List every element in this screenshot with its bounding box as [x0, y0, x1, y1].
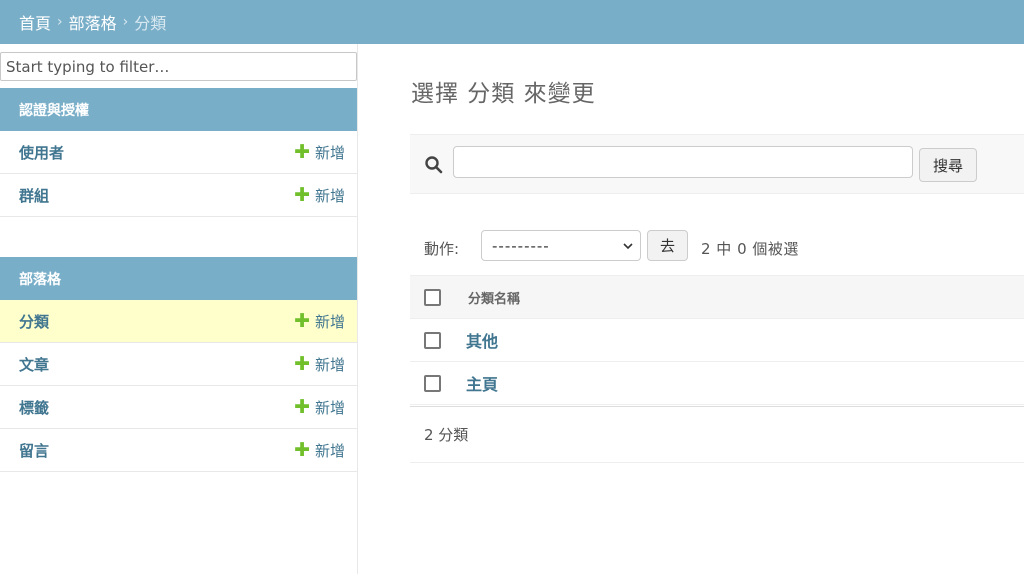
- add-label: 新增: [314, 312, 345, 331]
- nav-filter-input[interactable]: [0, 52, 357, 81]
- select-all-checkbox[interactable]: [424, 288, 441, 306]
- add-label: 新增: [314, 398, 345, 417]
- go-button[interactable]: 去: [647, 230, 688, 261]
- column-header-category-name[interactable]: 分類名稱: [468, 288, 520, 307]
- model-link-articles[interactable]: 文章: [19, 354, 49, 375]
- module-caption-auth[interactable]: 認證與授權: [0, 88, 357, 131]
- search-input[interactable]: [453, 146, 913, 178]
- plus-icon: ✚: [294, 352, 310, 375]
- add-label: 新增: [314, 186, 345, 205]
- main-content: 選擇 分類 來變更 搜尋 動作: --------- 去 2 中 0 個被選 分…: [359, 44, 1024, 574]
- chevron-down-icon: [623, 243, 633, 250]
- plus-icon: ✚: [294, 183, 310, 206]
- action-counter: 2 中 0 個被選: [701, 240, 799, 258]
- plus-icon: ✚: [294, 309, 310, 332]
- sidebar-item-categories: 分類 ✚ 新增: [0, 300, 357, 343]
- action-select[interactable]: ---------: [481, 230, 641, 261]
- table-row: 其他: [410, 319, 1024, 362]
- add-label: 新增: [314, 143, 345, 162]
- breadcrumb-separator: ›: [57, 14, 63, 30]
- add-articles-link[interactable]: ✚ 新增: [294, 354, 345, 375]
- breadcrumb-current: 分類: [134, 14, 167, 33]
- model-link-categories[interactable]: 分類: [19, 311, 49, 332]
- table-row: 主頁: [410, 362, 1024, 405]
- plus-icon: ✚: [294, 140, 310, 163]
- table-header: 分類名稱: [410, 275, 1024, 319]
- sidebar-item-groups: 群組 ✚ 新增: [0, 174, 357, 217]
- result-link[interactable]: 主頁: [466, 371, 498, 395]
- actions-bar: 動作: --------- 去 2 中 0 個被選: [410, 226, 1024, 266]
- result-link[interactable]: 其他: [466, 328, 498, 352]
- model-link-comments[interactable]: 留言: [19, 440, 49, 461]
- add-groups-link[interactable]: ✚ 新增: [294, 185, 345, 206]
- row-checkbox[interactable]: [424, 331, 441, 349]
- sidebar-item-tags: 標籤 ✚ 新增: [0, 386, 357, 429]
- add-comments-link[interactable]: ✚ 新增: [294, 440, 345, 461]
- page-title: 選擇 分類 來變更: [411, 81, 596, 107]
- row-checkbox[interactable]: [424, 374, 441, 392]
- sidebar-item-comments: 留言 ✚ 新增: [0, 429, 357, 472]
- sidebar-item-users: 使用者 ✚ 新增: [0, 131, 357, 174]
- breadcrumb-home-link[interactable]: 首頁: [19, 10, 51, 34]
- add-users-link[interactable]: ✚ 新增: [294, 142, 345, 163]
- sidebar-item-articles: 文章 ✚ 新增: [0, 343, 357, 386]
- model-link-groups[interactable]: 群組: [19, 185, 49, 206]
- actions-label: 動作:: [424, 240, 460, 258]
- breadcrumb: 首頁 › 部落格 › 分類: [0, 0, 1024, 44]
- search-toolbar: 搜尋: [410, 134, 1024, 194]
- module-caption-blog[interactable]: 部落格: [0, 257, 357, 300]
- plus-icon: ✚: [294, 438, 310, 461]
- nav-sidebar: 認證與授權 使用者 ✚ 新增 群組 ✚ 新增 部落格 分類 ✚ 新增 文章 ✚ …: [0, 44, 358, 574]
- breadcrumb-app-link[interactable]: 部落格: [69, 10, 117, 34]
- model-link-users[interactable]: 使用者: [19, 142, 64, 163]
- search-icon: [425, 156, 443, 174]
- breadcrumb-separator: ›: [122, 14, 129, 30]
- paginator: 2 分類: [410, 406, 1024, 463]
- add-categories-link[interactable]: ✚ 新增: [294, 311, 345, 332]
- add-label: 新增: [314, 441, 345, 460]
- add-tags-link[interactable]: ✚ 新增: [294, 397, 345, 418]
- action-select-value: ---------: [492, 236, 550, 255]
- model-link-tags[interactable]: 標籤: [19, 397, 49, 418]
- plus-icon: ✚: [294, 395, 310, 418]
- add-label: 新增: [314, 355, 345, 374]
- search-button[interactable]: 搜尋: [919, 148, 977, 182]
